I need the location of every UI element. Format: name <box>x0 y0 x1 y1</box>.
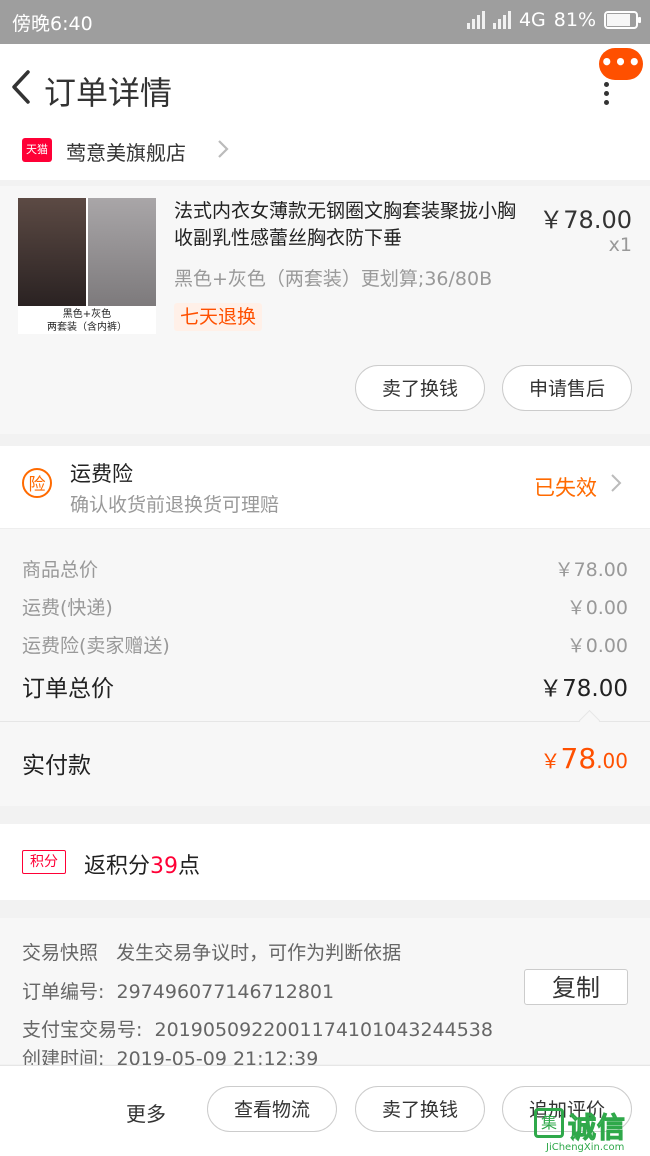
chevron-right-icon <box>611 474 622 492</box>
alipay-number-label: 支付宝交易号: <box>22 1019 143 1041</box>
network-type: 4G <box>518 9 546 31</box>
caption-line-2: 两套装（含内裤） <box>47 322 127 333</box>
amount-decimal: .00 <box>596 749 628 773</box>
battery-percent: 81% <box>553 9 596 31</box>
actual-payment-value: ￥78.00 <box>541 742 628 775</box>
price-row-value: ￥0.00 <box>566 635 628 657</box>
kebab-menu-icon[interactable] <box>600 82 612 106</box>
insurance-subtitle: 确认收货前退换货可理赔 <box>70 494 280 516</box>
view-logistics-button[interactable]: 查看物流 <box>207 1086 337 1132</box>
watermark-box-icon: 集 <box>534 1108 564 1138</box>
page-title: 订单详情 <box>44 74 173 112</box>
price-row-value: ￥0.00 <box>566 597 628 619</box>
points-badge: 积分 <box>22 850 66 874</box>
snapshot-row[interactable]: 交易快照 发生交易争议时，可作为判断依据 <box>22 938 401 965</box>
price-breakdown: 商品总价 ￥78.00 运费(快递) ￥0.00 运费险(卖家赠送) ￥0.00… <box>0 529 650 722</box>
price-row-label: 商品总价 <box>22 559 99 581</box>
battery-icon <box>604 11 641 29</box>
store-name: 莺意美旗舰店 <box>66 141 186 165</box>
insurance-status: 已失效 <box>534 476 597 500</box>
price-row-goods: 商品总价 ￥78.00 <box>22 555 628 582</box>
copy-button[interactable]: 复制 <box>524 969 628 1005</box>
product-image-caption: 黑色+灰色 两套装（含内裤） <box>18 308 156 334</box>
points-prefix: 返积分 <box>84 854 151 879</box>
product-name[interactable]: 法式内衣女薄款无钢圈文胸套装聚拢小胸收副乳性感蕾丝胸衣防下垂 <box>174 198 524 252</box>
price-row-label: 运费险(卖家赠送) <box>22 635 170 657</box>
order-total-label: 订单总价 <box>22 676 114 702</box>
order-total-row: 订单总价 ￥78.00 <box>22 669 628 703</box>
product-image-black <box>18 198 86 306</box>
points-suffix: 点 <box>178 854 201 879</box>
order-total-value: ￥78.00 <box>539 676 628 702</box>
watermark-text: 诚信 <box>567 1111 627 1145</box>
order-info: 交易快照 发生交易争议时，可作为判断依据 订单编号: 2974960771467… <box>0 918 650 1070</box>
price-row-label: 运费(快递) <box>22 597 113 619</box>
shipping-insurance-row[interactable]: 险 运费险 确认收货前退换货可理赔 已失效 <box>0 446 650 529</box>
actual-payment-label: 实付款 <box>22 753 91 779</box>
product-quantity: x1 <box>608 234 632 256</box>
chevron-right-icon <box>218 140 229 158</box>
product-image[interactable]: 黑色+灰色 两套装（含内裤） <box>18 198 156 334</box>
after-sale-button[interactable]: 申请售后 <box>502 365 632 411</box>
insurance-icon: 险 <box>22 468 52 498</box>
price-row-shipping: 运费(快递) ￥0.00 <box>22 593 628 620</box>
amount-integer: 78 <box>560 742 597 775</box>
price-row-value: ￥78.00 <box>554 559 628 581</box>
points-text: 返积分39点 <box>84 848 200 880</box>
alipay-number-row: 支付宝交易号: 2019050922001174101043244538 <box>22 1015 493 1042</box>
price-row-insurance: 运费险(卖家赠送) ￥0.00 <box>22 631 628 658</box>
product-spec: 黑色+灰色（两套装）更划算;36/80B <box>174 268 493 290</box>
insurance-title: 运费险 <box>70 462 133 486</box>
back-arrow-icon[interactable] <box>10 69 32 105</box>
product-image-gray <box>88 198 156 306</box>
nav-bar: 订单详情 <box>0 44 650 131</box>
bottom-action-bar: 更多 查看物流 卖了换钱 追加评价 集 诚信 JiChengXin.com <box>0 1065 650 1156</box>
order-number: 297496077146712801 <box>116 981 335 1003</box>
product-card: 黑色+灰色 两套装（含内裤） 法式内衣女薄款无钢圈文胸套装聚拢小胸收副乳性感蕾丝… <box>0 186 650 434</box>
status-time: 傍晚6:40 <box>12 13 93 35</box>
product-price: ￥78.00 <box>539 206 632 234</box>
actual-payment-row: 实付款 ￥78.00 <box>0 709 650 806</box>
snapshot-text: 发生交易争议时，可作为判断依据 <box>116 942 402 964</box>
status-bar: 傍晚6:40 4G 81% <box>0 0 650 44</box>
status-right-group: 4G 81% <box>466 9 641 31</box>
return-policy-tag: 七天退换 <box>174 303 263 331</box>
points-count: 39 <box>150 854 179 879</box>
watermark-site: JiChengXin.com <box>546 1142 625 1153</box>
signal-icon-2 <box>492 11 511 29</box>
store-row[interactable]: 天猫 莺意美旗舰店 <box>0 130 650 180</box>
order-number-label: 订单编号: <box>22 981 105 1003</box>
watermark-logo: 集 诚信 JiChengXin.com <box>532 1106 646 1154</box>
tmall-logo-icon: 天猫 <box>22 138 52 162</box>
order-number-row: 订单编号: 297496077146712801 <box>22 977 334 1004</box>
sell-for-cash-button-bottom[interactable]: 卖了换钱 <box>355 1086 485 1132</box>
currency-symbol: ￥ <box>540 749 561 773</box>
sell-for-cash-button[interactable]: 卖了换钱 <box>355 365 485 411</box>
points-row: 积分 返积分39点 <box>0 824 650 900</box>
caption-line-1: 黑色+灰色 <box>62 309 112 320</box>
alipay-number: 2019050922001174101043244538 <box>154 1019 493 1041</box>
more-menu-badge[interactable]: ••• <box>599 48 643 80</box>
signal-icon <box>466 11 485 29</box>
snapshot-label: 交易快照 <box>22 942 99 964</box>
more-button[interactable]: 更多 <box>126 1098 166 1127</box>
